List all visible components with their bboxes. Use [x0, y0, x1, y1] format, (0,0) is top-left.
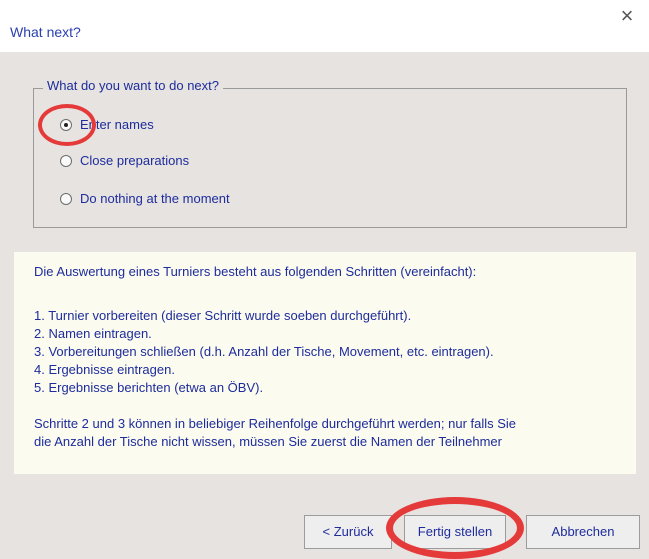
dialog-title: What next? — [10, 24, 81, 40]
info-step: 1. Turnier vorbereiten (dieser Schritt w… — [34, 308, 412, 323]
info-panel: Die Auswertung eines Turniers besteht au… — [14, 252, 636, 474]
info-intro: Die Auswertung eines Turniers besteht au… — [34, 264, 477, 279]
close-icon[interactable]: × — [612, 2, 642, 30]
back-button[interactable]: < Zurück — [304, 515, 392, 549]
title-bar: What next? × — [0, 0, 649, 52]
radio-label[interactable]: Close preparations — [80, 153, 189, 168]
red-highlight-circle — [38, 104, 96, 146]
info-note: die Anzahl der Tische nicht wissen, müss… — [34, 434, 502, 449]
red-highlight-circle — [386, 497, 524, 559]
info-step: 3. Vorbereitungen schließen (d.h. Anzahl… — [34, 344, 494, 359]
wizard-dialog: What next? × What do you want to do next… — [0, 0, 649, 559]
radio-button[interactable] — [60, 193, 72, 205]
info-step: 2. Namen eintragen. — [34, 326, 152, 341]
radio-label[interactable]: Do nothing at the moment — [80, 191, 230, 206]
info-note: Schritte 2 und 3 können in beliebiger Re… — [34, 416, 517, 431]
info-step: 4. Ergebnisse eintragen. — [34, 362, 175, 377]
info-step: 5. Ergebnisse berichten (etwa an ÖBV). — [34, 380, 264, 395]
radio-button[interactable] — [60, 155, 72, 167]
groupbox-legend: What do you want to do next? — [43, 78, 223, 93]
cancel-button[interactable]: Abbrechen — [526, 515, 640, 549]
